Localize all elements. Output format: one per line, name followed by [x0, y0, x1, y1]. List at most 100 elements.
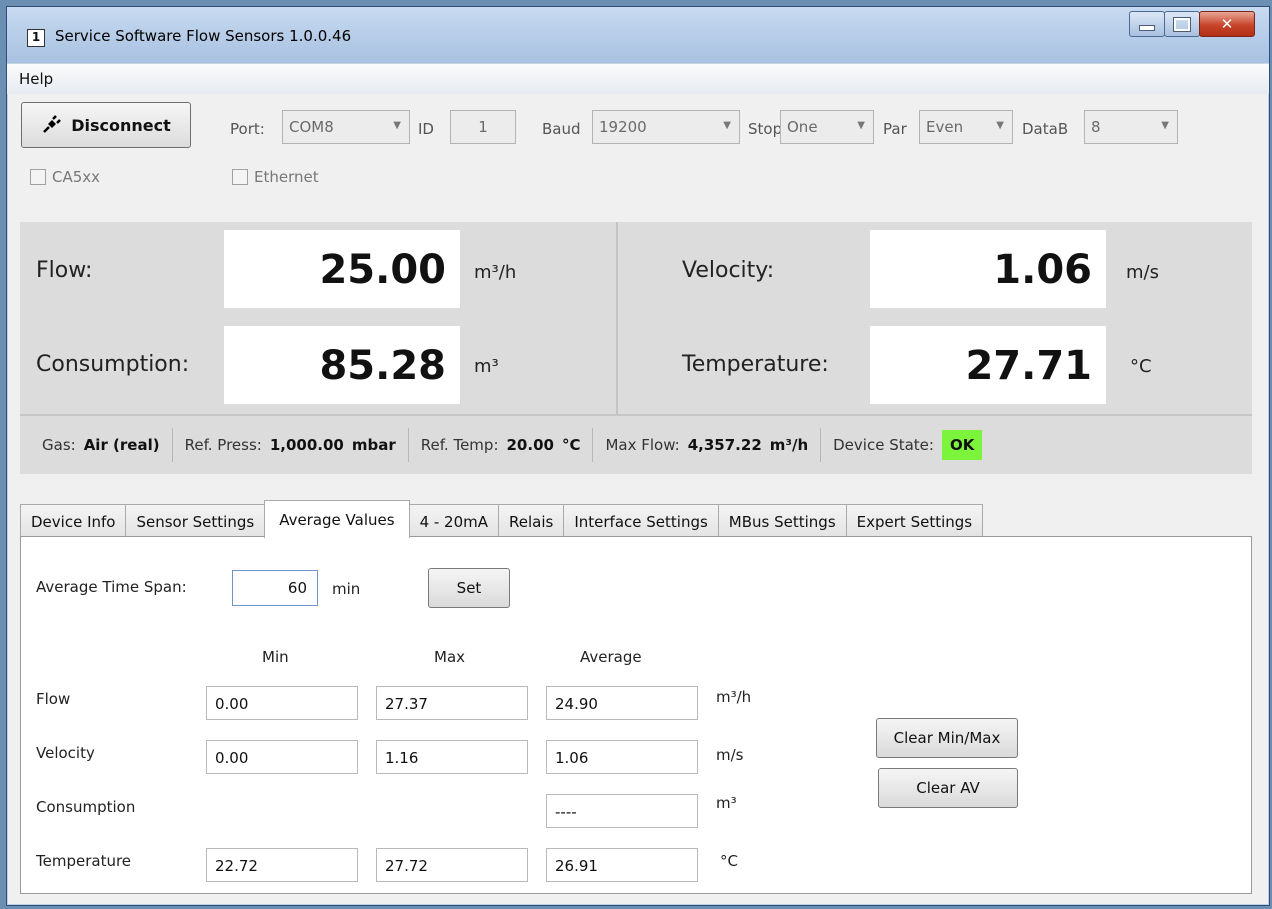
status-badge: OK: [941, 430, 983, 460]
ref-temp-status: Ref. Temp: 20.00 °C: [409, 428, 594, 462]
flow-value: 25.00: [224, 230, 460, 308]
set-button[interactable]: Set: [428, 568, 510, 608]
id-label: ID: [418, 120, 434, 138]
velocity-average-field[interactable]: 1.06: [546, 740, 698, 774]
checkbox-box: [30, 169, 46, 185]
tab-relais[interactable]: Relais: [498, 504, 565, 538]
stop-select[interactable]: One ▼: [780, 110, 874, 144]
ref-temp-value: 20.00: [506, 436, 554, 454]
flow-min-field[interactable]: 0.00: [206, 686, 358, 720]
tab-average-values[interactable]: Average Values: [264, 500, 410, 538]
flow-label: Flow:: [36, 258, 93, 283]
app-icon: 1: [27, 29, 45, 47]
ca5xx-checkbox[interactable]: CA5xx: [30, 168, 100, 186]
baud-label: Baud: [542, 120, 581, 138]
chevron-down-icon: ▼: [1161, 120, 1169, 131]
datab-label: DataB: [1022, 120, 1069, 138]
close-button[interactable]: ✕: [1199, 11, 1255, 37]
checkbox-box: [232, 169, 248, 185]
velocity-min-field[interactable]: 0.00: [206, 740, 358, 774]
max-flow-label: Max Flow:: [605, 436, 680, 454]
row-label-velocity: Velocity: [36, 744, 95, 762]
temperature-average-field[interactable]: 26.91: [546, 848, 698, 882]
tab-expert-settings[interactable]: Expert Settings: [845, 504, 984, 538]
column-header-max: Max: [434, 648, 466, 666]
ca5xx-label: CA5xx: [52, 168, 101, 186]
clear-av-button[interactable]: Clear AV: [878, 768, 1018, 808]
flow-unit: m³/h: [474, 262, 517, 283]
maximize-button[interactable]: [1164, 11, 1200, 37]
max-flow-value: 4,357.22: [687, 436, 762, 454]
status-bar: Gas: Air (real) Ref. Press: 1,000.00 mba…: [20, 414, 1252, 474]
baud-value: 19200: [599, 118, 647, 136]
stop-label: Stop: [748, 120, 783, 138]
window-title: Service Software Flow Sensors 1.0.0.46: [55, 27, 352, 45]
minimize-icon: [1139, 25, 1155, 31]
gas-value: Air (real): [83, 436, 160, 454]
chevron-down-icon: ▼: [857, 120, 865, 131]
par-value: Even: [926, 118, 964, 136]
velocity-unit-label: m/s: [716, 746, 744, 764]
consumption-average-field[interactable]: ----: [546, 794, 698, 828]
time-span-unit: min: [332, 580, 361, 598]
minimize-button[interactable]: [1129, 11, 1165, 37]
temperature-max-field[interactable]: 27.72: [376, 848, 528, 882]
tab-4-20ma[interactable]: 4 - 20mA: [408, 504, 500, 538]
id-field[interactable]: 1: [450, 110, 516, 144]
tab-bar: Device Info Sensor Settings Average Valu…: [20, 500, 984, 538]
plug-icon: [43, 115, 62, 133]
column-header-min: Min: [262, 648, 289, 666]
max-flow-status: Max Flow: 4,357.22 m³/h: [593, 428, 822, 462]
velocity-label: Velocity:: [682, 258, 775, 283]
ref-press-value: 1,000.00: [269, 436, 344, 454]
par-select[interactable]: Even ▼: [919, 110, 1013, 144]
flow-average-field[interactable]: 24.90: [546, 686, 698, 720]
row-label-temperature: Temperature: [36, 852, 132, 870]
consumption-value: 85.28: [224, 326, 460, 404]
chevron-down-icon: ▼: [393, 120, 401, 131]
menu-bar: Help: [7, 63, 1269, 94]
ref-press-label: Ref. Press:: [184, 436, 262, 454]
ref-press-unit: mbar: [351, 436, 396, 454]
temperature-label: Temperature:: [682, 352, 829, 377]
gas-label: Gas:: [42, 436, 76, 454]
baud-select[interactable]: 19200 ▼: [592, 110, 740, 144]
velocity-unit: m/s: [1126, 262, 1159, 283]
readout-divider: [616, 222, 618, 414]
device-state-status: Device State: OK: [821, 428, 994, 462]
velocity-max-field[interactable]: 1.16: [376, 740, 528, 774]
stop-value: One: [787, 118, 818, 136]
par-label: Par: [883, 120, 907, 138]
chevron-down-icon: ▼: [723, 120, 731, 131]
ref-press-status: Ref. Press: 1,000.00 mbar: [173, 428, 409, 462]
gas-status: Gas: Air (real): [20, 428, 173, 462]
port-select[interactable]: COM8 ▼: [282, 110, 410, 144]
temperature-value: 27.71: [870, 326, 1106, 404]
tab-sensor-settings[interactable]: Sensor Settings: [125, 504, 266, 538]
temperature-min-field[interactable]: 22.72: [206, 848, 358, 882]
velocity-value: 1.06: [870, 230, 1106, 308]
column-header-average: Average: [580, 648, 642, 666]
ethernet-checkbox[interactable]: Ethernet: [232, 168, 319, 186]
consumption-unit-label: m³: [716, 794, 737, 812]
tab-mbus-settings[interactable]: MBus Settings: [717, 504, 847, 538]
ethernet-label: Ethernet: [254, 168, 319, 186]
maximize-icon: [1173, 16, 1191, 32]
average-time-span-input[interactable]: 60: [232, 570, 318, 606]
clear-min-max-button[interactable]: Clear Min/Max: [876, 718, 1018, 758]
port-value: COM8: [289, 118, 334, 136]
flow-unit-label: m³/h: [716, 688, 752, 706]
consumption-label: Consumption:: [36, 352, 190, 377]
datab-select[interactable]: 8 ▼: [1084, 110, 1178, 144]
ref-temp-label: Ref. Temp:: [420, 436, 499, 454]
row-label-consumption: Consumption: [36, 798, 136, 816]
temperature-unit-label: °C: [720, 852, 738, 870]
tab-device-info[interactable]: Device Info: [20, 504, 127, 538]
tab-interface-settings[interactable]: Interface Settings: [563, 504, 719, 538]
port-label: Port:: [230, 120, 265, 138]
flow-max-field[interactable]: 27.37: [376, 686, 528, 720]
disconnect-label: Disconnect: [71, 115, 171, 135]
disconnect-button[interactable]: Disconnect: [21, 102, 191, 148]
menu-help[interactable]: Help: [19, 70, 53, 88]
close-icon: ✕: [1220, 15, 1234, 33]
